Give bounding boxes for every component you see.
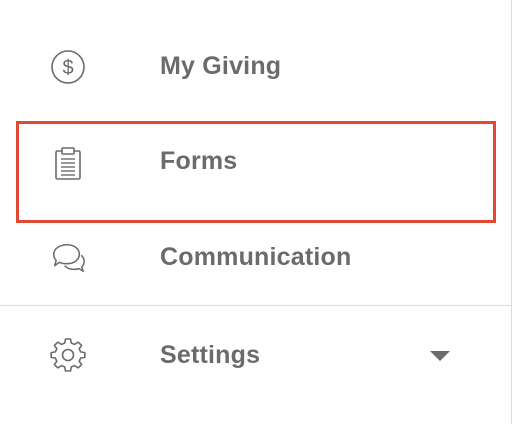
divider	[0, 305, 511, 306]
sidebar-menu: $ My Giving Forms Communication Settings	[0, 0, 514, 424]
sidebar-item-my-giving[interactable]: $ My Giving	[0, 22, 511, 112]
chat-bubbles-icon	[50, 240, 86, 276]
sidebar-item-label: My Giving	[160, 52, 282, 80]
sidebar-border	[511, 0, 512, 424]
sidebar-item-forms[interactable]: Forms	[0, 117, 511, 207]
gear-icon	[50, 338, 86, 374]
sidebar-item-label: Settings	[160, 341, 261, 369]
svg-text:$: $	[62, 57, 73, 79]
sidebar-item-label: Forms	[160, 147, 238, 175]
dollar-circle-icon: $	[50, 49, 86, 85]
sidebar-item-settings[interactable]: Settings	[0, 311, 511, 401]
clipboard-icon	[50, 145, 86, 181]
caret-down-icon[interactable]	[430, 351, 450, 361]
sidebar-item-communication[interactable]: Communication	[0, 213, 511, 303]
sidebar-item-label: Communication	[160, 243, 352, 271]
